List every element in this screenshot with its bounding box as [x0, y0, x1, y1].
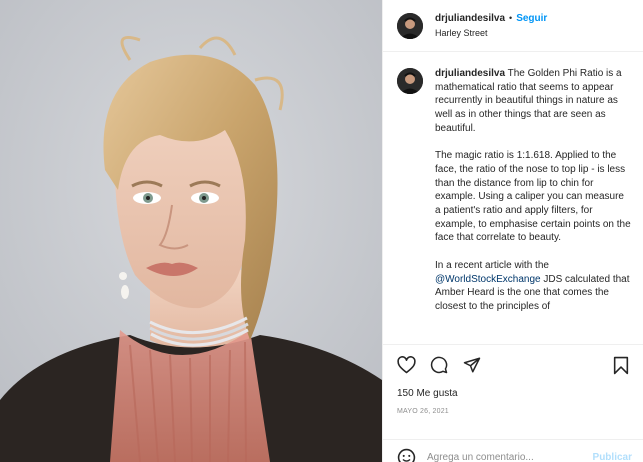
separator-dot: • [509, 12, 513, 23]
heart-icon[interactable] [395, 354, 417, 376]
publish-button[interactable]: Publicar [593, 452, 632, 462]
mention-link[interactable]: @WorldStockExchange [435, 274, 541, 285]
caption-username[interactable]: drjuliandesilva [435, 68, 505, 79]
action-bar [383, 345, 643, 385]
follow-button[interactable]: Seguir [516, 13, 547, 24]
comment-bar: Publicar [383, 439, 643, 462]
post-sidebar: drjuliandesilva • Seguir Harley Street drj… [382, 0, 643, 462]
instagram-post: drjuliandesilva • Seguir Harley Street drj… [0, 0, 643, 462]
post-photo[interactable] [0, 0, 382, 462]
post-header: drjuliandesilva • Seguir Harley Street [383, 0, 643, 52]
caption-section: drjuliandesilva The Golden Phi Ratio is … [383, 53, 643, 343]
comment-icon[interactable] [428, 354, 450, 376]
portrait-image [0, 0, 382, 462]
emoji-icon[interactable] [395, 447, 417, 462]
caption-text: drjuliandesilva The Golden Phi Ratio is … [435, 67, 631, 343]
post-actions-section: 150 Me gusta MAYO 26, 2021 [383, 344, 643, 425]
avatar[interactable] [397, 12, 423, 39]
caption-paragraph-2: The magic ratio is 1:1.618. Applied to t… [435, 150, 631, 244]
location-link[interactable]: Harley Street [435, 26, 547, 41]
username-link[interactable]: drjuliandesilva [435, 13, 505, 24]
header-text: drjuliandesilva • Seguir Harley Street [435, 11, 547, 41]
comment-input[interactable] [427, 452, 593, 462]
likes-count[interactable]: 150 Me gusta [383, 385, 643, 403]
caption-paragraph-3-prefix: In a recent article with the [435, 259, 549, 271]
share-icon[interactable] [461, 354, 483, 376]
bookmark-icon[interactable] [610, 354, 632, 376]
post-date: MAYO 26, 2021 [397, 408, 449, 415]
caption-avatar[interactable] [397, 68, 423, 94]
